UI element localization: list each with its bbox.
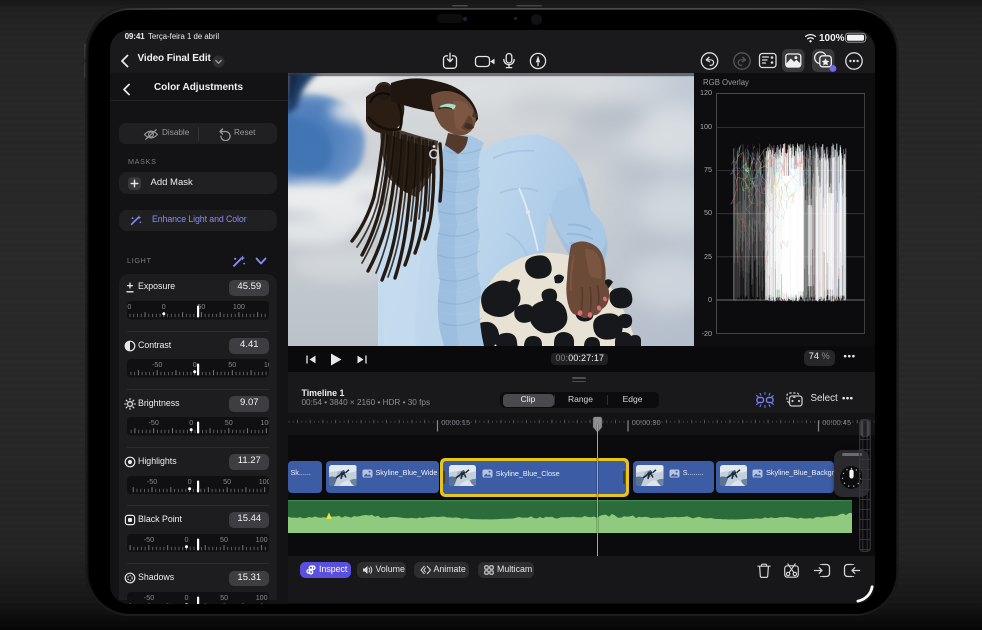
- svg-text:-50: -50: [149, 419, 159, 428]
- svg-text:100%: 100%: [819, 33, 845, 43]
- svg-text:50: 50: [223, 477, 231, 486]
- svg-text:50: 50: [225, 419, 233, 428]
- svg-text:0: 0: [185, 535, 189, 544]
- svg-text:-50: -50: [127, 302, 131, 311]
- svg-text:100: 100: [256, 535, 268, 544]
- svg-text:-50: -50: [144, 593, 154, 602]
- svg-text:0: 0: [162, 302, 166, 311]
- svg-text:-50: -50: [152, 360, 162, 369]
- svg-text:0: 0: [189, 419, 193, 428]
- svg-text:0: 0: [185, 593, 189, 602]
- svg-text:50: 50: [220, 593, 228, 602]
- svg-text:-50: -50: [147, 477, 157, 486]
- svg-text:50: 50: [220, 535, 228, 544]
- svg-text:0: 0: [188, 477, 192, 486]
- svg-text:100: 100: [233, 302, 245, 311]
- svg-text:0: 0: [193, 360, 197, 369]
- svg-text:100: 100: [256, 593, 268, 602]
- svg-text:50: 50: [228, 360, 236, 369]
- svg-text:100: 100: [259, 477, 269, 486]
- svg-text:100: 100: [261, 419, 270, 428]
- svg-text:100: 100: [264, 360, 269, 369]
- svg-text:-50: -50: [144, 535, 154, 544]
